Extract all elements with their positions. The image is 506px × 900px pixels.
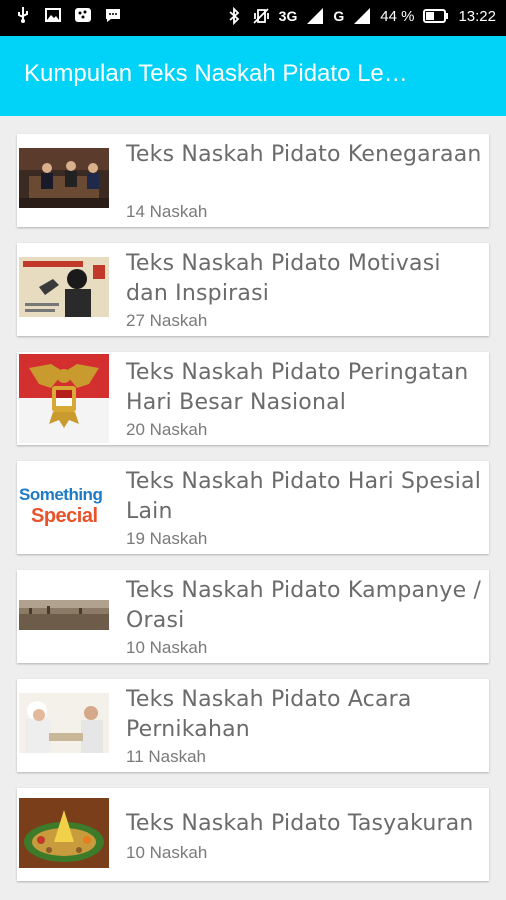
item-count: 20 Naskah [126,420,208,439]
list-item[interactable]: Teks Naskah Pidato Kenegaraan 14 Naskah [17,134,489,227]
item-count: 10 Naskah [126,843,208,862]
garuda-thumbnail [19,354,109,443]
battery-icon [423,9,449,23]
network-label-1: 3G [278,8,298,24]
battery-percent: 44 % [380,7,415,25]
item-title: Teks Naskah Pidato Tasyakuran [126,811,474,836]
vibrate-icon [253,8,269,24]
app-bar: Kumpulan Teks Naskah Pidato Le… [0,36,506,116]
item-title: Teks Naskah Pidato Kampanye / Orasi [126,578,482,633]
clock: 13:22 [458,7,496,25]
notification-icons [14,6,122,24]
usb-icon [18,7,28,23]
list-item[interactable]: Teks Naskah Pidato Peringatan Hari Besar… [17,352,489,445]
motivation-thumbnail [19,257,109,317]
item-count: 10 Naskah [126,638,208,657]
signal-icon [307,8,324,24]
item-count: 27 Naskah [126,311,208,330]
bluetooth-icon [229,7,239,25]
list-item[interactable]: Teks Naskah Pidato Motivasi dan Inspiras… [17,243,489,336]
item-title: Teks Naskah Pidato Kenegaraan [126,142,482,167]
bbm-icon [75,8,91,22]
item-title: Teks Naskah Pidato Peringatan Hari Besar… [126,360,469,415]
thumb-text-special: Special [31,505,98,527]
signal-icon-2 [354,8,371,24]
thumb-text-something: Something [19,485,103,504]
list-item[interactable]: Teks Naskah Pidato Acara Pernikahan 11 N… [17,679,489,772]
system-icons: 3G G 44 % 13:22 [225,7,496,25]
item-title: Teks Naskah Pidato Motivasi dan Inspiras… [126,251,441,306]
item-count: 14 Naskah [126,202,208,221]
network-label-2: G [333,8,345,24]
list-item[interactable]: Teks Naskah Pidato Kampanye / Orasi 10 N… [17,570,489,663]
list-item[interactable]: Something Special Teks Naskah Pidato Har… [17,461,489,554]
wedding-thumbnail [19,693,109,753]
item-count: 11 Naskah [126,747,207,766]
image-icon [45,8,61,22]
item-count: 19 Naskah [126,529,208,548]
something-special-thumbnail: Something Special [19,475,109,535]
item-title: Teks Naskah Pidato Hari Spesial Lain [126,469,482,524]
list-item[interactable]: Teks Naskah Pidato Tasyakuran 10 Naskah [17,788,489,881]
item-title: Teks Naskah Pidato Acara Pernikahan [126,687,412,742]
app-title: Kumpulan Teks Naskah Pidato Le… [24,60,408,87]
tumpeng-thumbnail [19,798,109,868]
status-bar: 3G G 44 % 13:22 [0,0,506,36]
chat-icon [106,9,120,22]
state-speech-thumbnail [19,148,109,208]
crowd-thumbnail [19,584,109,644]
